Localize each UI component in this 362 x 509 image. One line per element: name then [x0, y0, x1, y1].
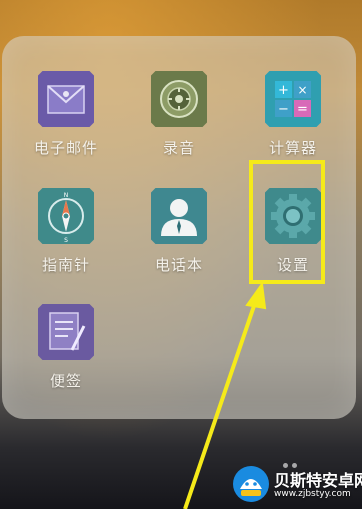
arrow-annotation [183, 281, 267, 509]
page-indicator [283, 453, 313, 468]
watermark-url: www.zjbstyy.com [274, 489, 351, 499]
android-logo-icon [232, 465, 270, 503]
watermark-title: 贝斯特安卓网 [274, 471, 362, 490]
watermark: 贝斯特安卓网 www.zjbstyy.com [228, 463, 362, 507]
